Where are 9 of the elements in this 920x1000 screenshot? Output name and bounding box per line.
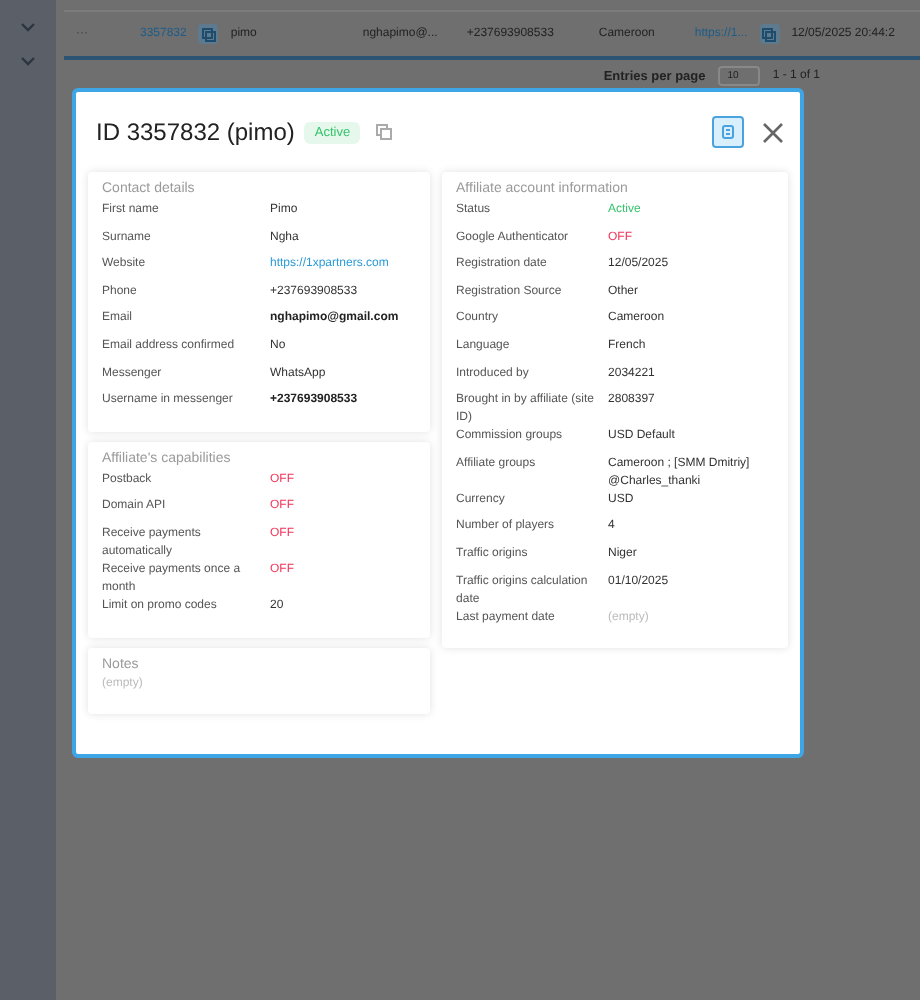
copy-icon[interactable] <box>759 24 780 44</box>
copy-icon[interactable] <box>376 124 393 140</box>
chevron-down-icon[interactable] <box>20 56 36 66</box>
close-icon[interactable] <box>762 121 784 143</box>
document-icon <box>720 124 736 140</box>
save-button[interactable] <box>712 116 744 148</box>
dialog-title: ID 3357832 (pimo) <box>96 118 295 146</box>
copy-icon[interactable] <box>198 24 219 44</box>
chevron-down-icon[interactable] <box>20 22 36 32</box>
